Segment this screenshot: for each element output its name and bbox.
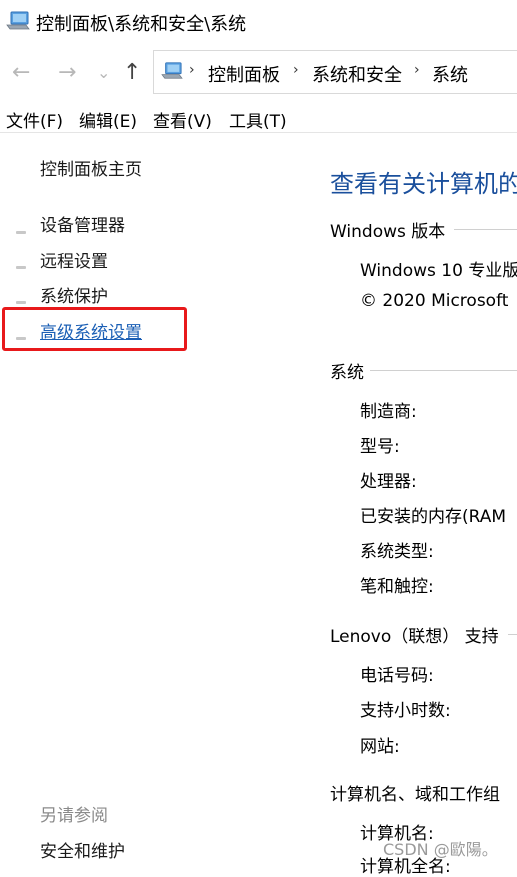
system-type-label: 系统类型:: [360, 542, 434, 562]
breadcrumb-control-panel[interactable]: 控制面板: [208, 61, 280, 87]
recent-locations-chevron-icon[interactable]: ⌄: [97, 63, 110, 82]
window-title: 控制面板\系统和安全\系统: [36, 14, 247, 35]
breadcrumb-separator-icon: ›: [189, 62, 195, 78]
back-arrow-icon[interactable]: ←: [12, 60, 30, 85]
section-divider: [508, 634, 517, 635]
breadcrumb-system[interactable]: 系统: [432, 61, 468, 87]
section-divider: [454, 229, 517, 230]
windows-edition-heading: Windows 版本: [330, 222, 446, 242]
see-also-heading: 另请参阅: [40, 806, 108, 826]
system-section-heading: 系统: [330, 363, 364, 383]
sidebar-device-manager[interactable]: 设备管理器: [40, 211, 125, 236]
annotation-highlight-box: [2, 307, 187, 351]
website-label: 网站:: [360, 737, 400, 757]
shield-icon: [16, 301, 26, 304]
breadcrumb-separator-icon: ›: [414, 62, 420, 78]
breadcrumb-separator-icon: ›: [293, 62, 299, 78]
installed-ram-label: 已安装的内存(RAM: [360, 507, 507, 527]
model-label: 型号:: [360, 437, 400, 457]
sidebar-security-maintenance[interactable]: 安全和维护: [40, 837, 125, 862]
system-computer-icon: [6, 11, 30, 30]
breadcrumb-system-security[interactable]: 系统和安全: [312, 61, 402, 87]
sidebar-system-protection[interactable]: 系统保护: [40, 282, 108, 307]
support-hours-label: 支持小时数:: [360, 701, 451, 721]
shield-icon: [16, 231, 26, 234]
copyright-text: © 2020 Microsoft: [360, 291, 509, 311]
menu-view[interactable]: 查看(V): [153, 107, 212, 132]
title-bar: 控制面板\系统和安全\系统: [0, 0, 517, 44]
processor-label: 处理器:: [360, 472, 417, 492]
menu-edit[interactable]: 编辑(E): [79, 107, 137, 132]
forward-arrow-icon[interactable]: →: [58, 60, 76, 85]
manufacturer-label: 制造商:: [360, 402, 417, 422]
address-computer-icon: [161, 62, 183, 79]
page-title: 查看有关计算机的: [330, 170, 517, 198]
menu-tools[interactable]: 工具(T): [229, 107, 287, 132]
support-section-heading: Lenovo（联想） 支持: [330, 627, 499, 647]
phone-number-label: 电话号码:: [360, 666, 434, 686]
computer-name-section-heading: 计算机名、域和工作组: [330, 785, 500, 805]
shield-icon: [16, 266, 26, 269]
sidebar-remote-settings[interactable]: 远程设置: [40, 247, 108, 272]
csdn-watermark: CSDN @歐陽。: [383, 840, 498, 859]
windows-edition-value: Windows 10 专业版: [360, 261, 517, 281]
sidebar-control-panel-home[interactable]: 控制面板主页: [40, 155, 142, 180]
pen-touch-label: 笔和触控:: [360, 577, 434, 597]
menu-file[interactable]: 文件(F): [6, 107, 63, 132]
up-arrow-icon[interactable]: ↑: [123, 60, 141, 85]
section-divider: [370, 370, 517, 371]
